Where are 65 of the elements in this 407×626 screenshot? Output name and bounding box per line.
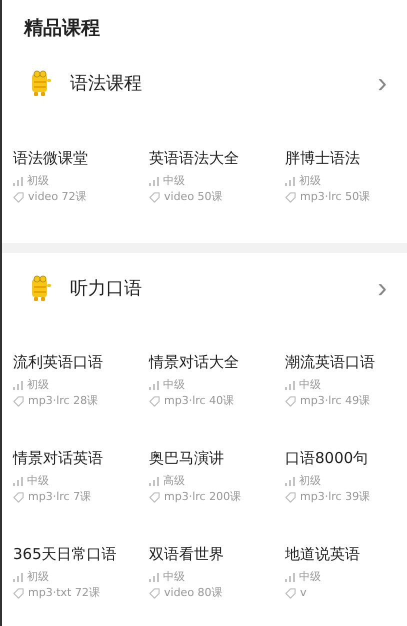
format-label: mp3·txt 72课 bbox=[28, 585, 100, 601]
tag-icon bbox=[13, 192, 24, 202]
course-title[interactable]: 情景对话大全 bbox=[149, 351, 285, 373]
format-label: mp3·lrc 200课 bbox=[164, 489, 242, 505]
format-label: mp3·lrc 39课 bbox=[300, 489, 370, 505]
format-label: mp3·lrc 7课 bbox=[28, 489, 92, 505]
format-label: mp3·lrc 49课 bbox=[300, 393, 370, 409]
format-label: video 50课 bbox=[164, 189, 223, 205]
signal-bars-icon bbox=[149, 380, 159, 390]
signal-bars-icon bbox=[149, 572, 159, 582]
section-title: 听力口语 bbox=[70, 277, 143, 300]
format-label: mp3·lrc 40课 bbox=[164, 393, 234, 409]
course-title[interactable]: 双语看世界 bbox=[149, 543, 285, 565]
format-label: video 80课 bbox=[164, 585, 223, 601]
level-label: 初级 bbox=[299, 473, 321, 489]
signal-bars-icon bbox=[285, 572, 295, 582]
course-title[interactable]: 英语语法大全 bbox=[149, 147, 285, 169]
signal-bars-icon bbox=[285, 176, 295, 186]
signal-bars-icon bbox=[13, 476, 23, 486]
level-label: 中级 bbox=[163, 173, 185, 189]
tag-icon bbox=[285, 588, 296, 598]
level-label: 中级 bbox=[299, 377, 321, 393]
course-title[interactable]: 胖博士语法 bbox=[285, 147, 407, 169]
section-title: 语法课程 bbox=[70, 72, 143, 95]
tag-icon bbox=[13, 588, 24, 598]
signal-bars-icon bbox=[285, 476, 295, 486]
level-label: 中级 bbox=[27, 473, 49, 489]
tag-icon bbox=[285, 192, 296, 202]
course-title[interactable]: 奥巴马演讲 bbox=[149, 447, 285, 469]
level-label: 初级 bbox=[27, 377, 49, 393]
course-title[interactable]: 流利英语口语 bbox=[13, 351, 149, 373]
level-label: 中级 bbox=[163, 377, 185, 393]
tag-icon bbox=[285, 396, 296, 406]
course-title[interactable]: 情景对话英语 bbox=[13, 447, 149, 469]
course-title[interactable]: 口语8000句 bbox=[285, 447, 407, 469]
course-title[interactable]: 潮流英语口语 bbox=[285, 351, 407, 373]
signal-bars-icon bbox=[285, 380, 295, 390]
format-label: mp3·lrc 28课 bbox=[28, 393, 98, 409]
course-title[interactable]: 365天日常口语 bbox=[13, 543, 149, 565]
course-title[interactable]: 语法微课堂 bbox=[13, 147, 149, 169]
chevron-button[interactable]: › bbox=[378, 69, 387, 97]
format-label: mp3·lrc 50课 bbox=[300, 189, 370, 205]
tag-icon bbox=[285, 492, 296, 502]
tag-icon bbox=[149, 396, 160, 406]
format-label: v bbox=[300, 585, 307, 601]
tag-icon bbox=[13, 492, 24, 502]
page-title: 精品课程 bbox=[22, 16, 101, 41]
tag-icon bbox=[149, 492, 160, 502]
course-title[interactable]: 地道说英语 bbox=[285, 543, 407, 565]
level-label: 初级 bbox=[299, 173, 321, 189]
tag-icon bbox=[149, 588, 160, 598]
format-label: video 72课 bbox=[28, 189, 87, 205]
signal-bars-icon bbox=[149, 176, 159, 186]
level-label: 中级 bbox=[163, 569, 185, 585]
signal-bars-icon bbox=[149, 476, 159, 486]
level-label: 中级 bbox=[299, 569, 321, 585]
level-label: 初级 bbox=[27, 569, 49, 585]
level-label: 高级 bbox=[163, 473, 185, 489]
tag-icon bbox=[149, 192, 160, 202]
level-label: 初级 bbox=[27, 173, 49, 189]
signal-bars-icon bbox=[13, 380, 23, 390]
tag-icon bbox=[13, 396, 24, 406]
chevron-button[interactable]: › bbox=[378, 274, 387, 302]
signal-bars-icon bbox=[13, 572, 23, 582]
signal-bars-icon bbox=[13, 176, 23, 186]
